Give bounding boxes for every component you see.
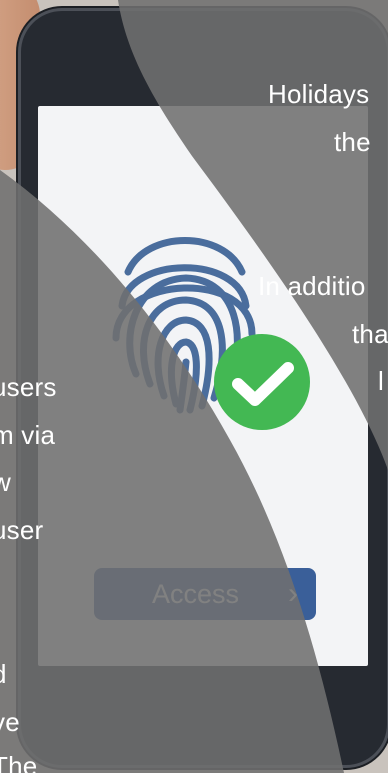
overlay-text-left-6: ve [0,707,20,737]
overlay-text-right-5: l [378,366,384,396]
access-button-label: Access [152,578,240,609]
overlay-text-left-7: The [0,751,38,773]
overlay-text-right-2: the [334,127,371,157]
overlay-text-right-3: In additio [258,271,366,301]
overlay-text-left-4: user [0,515,44,545]
access-button[interactable]: Access › [94,568,316,620]
overlay-text-left-3: w [0,467,11,497]
chevron-right-icon: › [288,577,298,610]
overlay-text-right-4: tha [352,319,388,349]
check-circle-icon [214,334,310,430]
overlay-text-left-1: users [0,372,57,402]
overlay-text-right-1: Holidays [268,79,370,109]
scene: Access › Holidays the In additio tha l u… [0,0,388,773]
overlay-text-left-2: m via [0,420,56,450]
overlay-text-left-5: d [0,659,7,690]
